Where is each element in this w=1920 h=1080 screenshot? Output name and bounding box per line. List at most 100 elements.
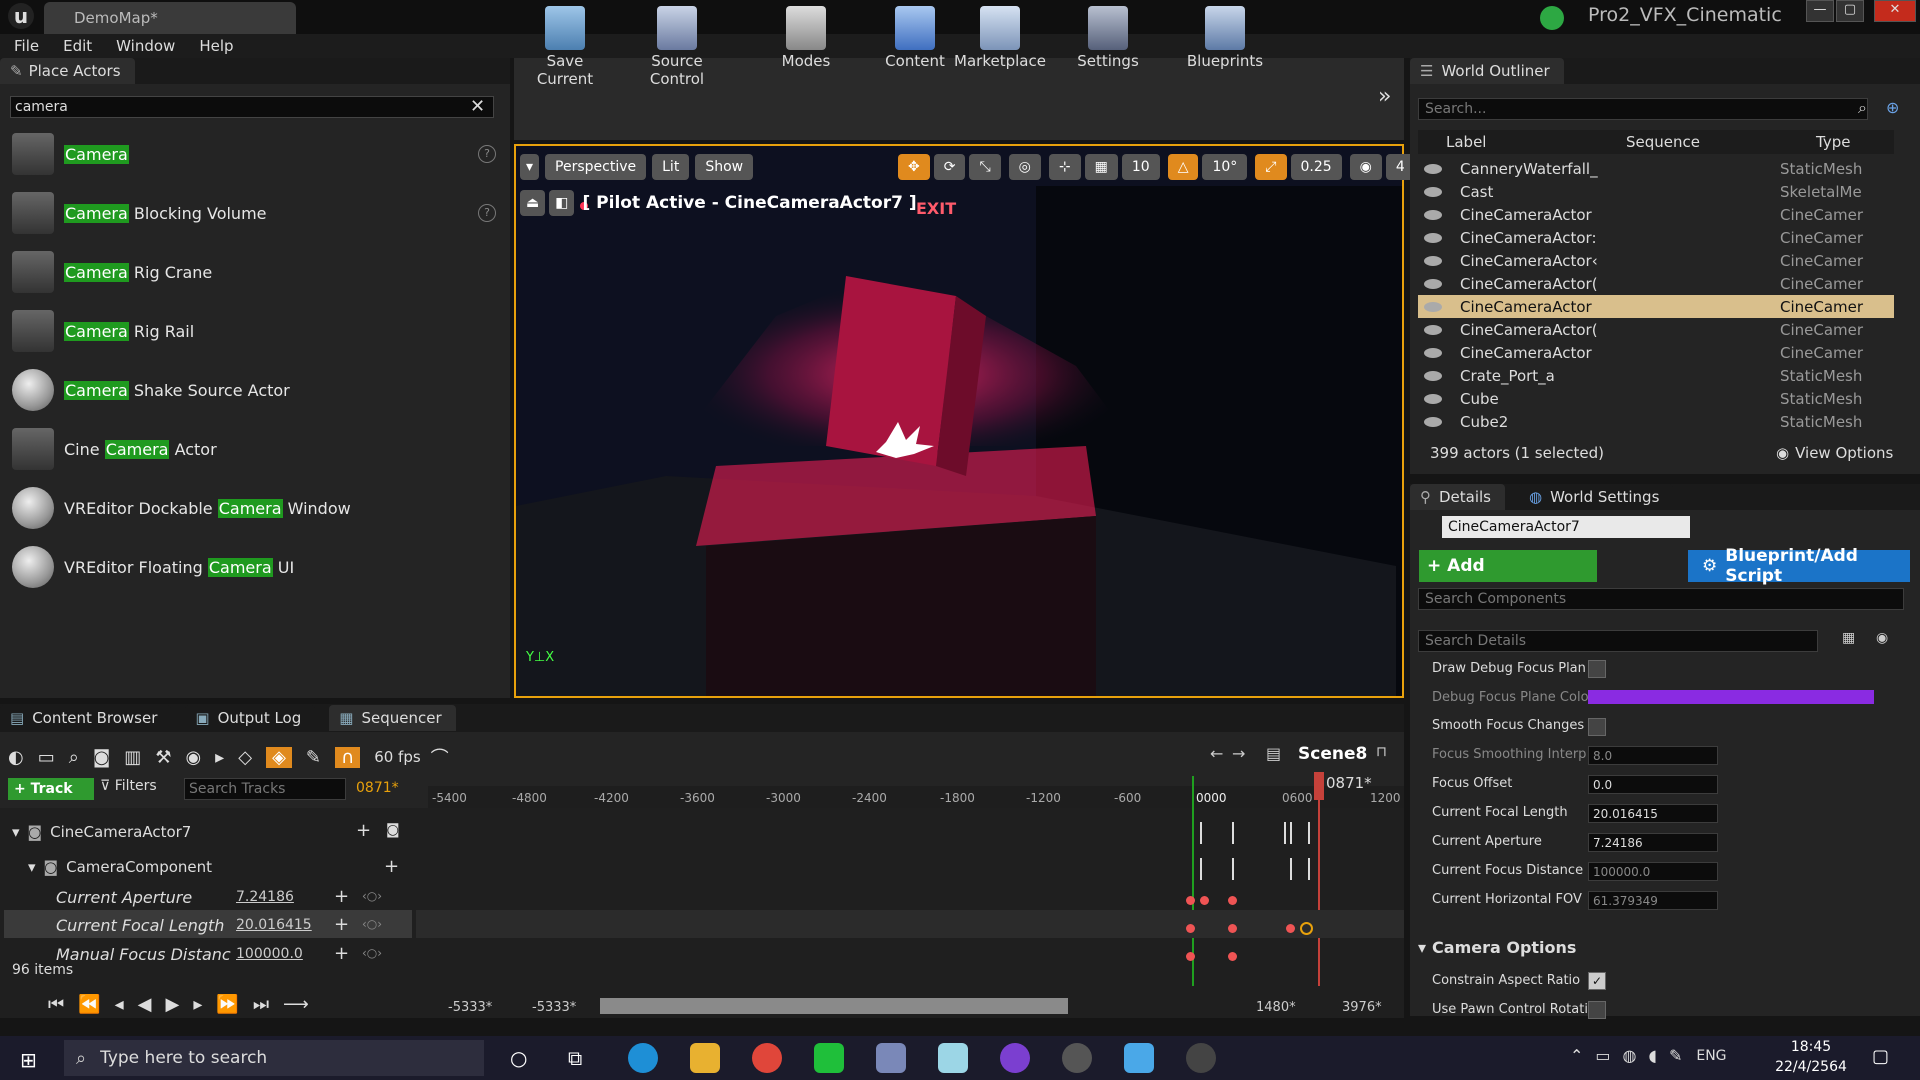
view-options-button[interactable]: ◉ View Options: [1776, 444, 1893, 462]
table-row[interactable]: CineCameraActor CineCamer: [1418, 203, 1894, 226]
column-label[interactable]: Label: [1446, 133, 1626, 151]
perspective-button[interactable]: Perspective: [545, 154, 647, 180]
surface-snap-icon[interactable]: ⊹: [1048, 154, 1081, 180]
view-icon[interactable]: ◉: [185, 747, 201, 768]
keyframe[interactable]: [1228, 952, 1237, 961]
draw-debug-focus-plane-checkbox[interactable]: [1588, 660, 1606, 678]
menu-window[interactable]: Window: [116, 37, 175, 55]
modes-button[interactable]: Modes: [772, 6, 840, 70]
volume-icon[interactable]: ◖: [1649, 1046, 1657, 1065]
settings-gear-icon[interactable]: [1062, 1043, 1092, 1073]
close-button[interactable]: ✕: [1874, 0, 1916, 22]
discord-app-icon[interactable]: [876, 1043, 906, 1073]
rotation-snap-icon[interactable]: △: [1167, 154, 1199, 180]
notifications-icon[interactable]: ▢: [1872, 1046, 1889, 1067]
world-local-icon[interactable]: ◎: [1008, 154, 1041, 180]
table-row[interactable]: CineCameraActor‹ CineCamer: [1418, 249, 1894, 272]
keyframe[interactable]: [1228, 896, 1237, 905]
table-row[interactable]: Crate_Port_a StaticMesh: [1418, 364, 1894, 387]
range-scrollbar[interactable]: [600, 998, 1068, 1014]
keyframe[interactable]: [1200, 896, 1209, 905]
keyframe-selected[interactable]: [1300, 922, 1313, 935]
keyframe-mark[interactable]: [1290, 858, 1292, 880]
visibility-eye-icon[interactable]: [1424, 393, 1442, 404]
actor-name-field[interactable]: CineCameraActor7: [1442, 516, 1690, 538]
add-track-icon[interactable]: +: [356, 820, 371, 841]
list-item[interactable]: Camera Rig Crane: [12, 246, 502, 298]
use-pawn-control-rotation-checkbox[interactable]: [1588, 1001, 1606, 1019]
current-horizontal-fov-field[interactable]: 61.379349: [1588, 891, 1718, 910]
keyframe[interactable]: [1286, 924, 1295, 933]
place-actors-search-input[interactable]: camera: [10, 96, 494, 118]
scale-snap-value[interactable]: 0.25: [1290, 154, 1342, 180]
keyframe-mark[interactable]: [1200, 822, 1202, 844]
scale-icon[interactable]: ⤡: [969, 154, 1001, 180]
task-view-icon[interactable]: ⧉: [568, 1046, 582, 1070]
visibility-eye-icon[interactable]: [1424, 278, 1442, 289]
keyframe-mark[interactable]: [1308, 822, 1310, 844]
tools-icon[interactable]: ⚒: [155, 747, 171, 768]
visibility-eye-icon[interactable]: [1424, 370, 1442, 381]
visibility-eye-icon[interactable]: [1424, 232, 1442, 243]
add-key-icon[interactable]: +: [334, 886, 349, 907]
maximize-button[interactable]: ▢: [1836, 0, 1864, 22]
track-label[interactable]: Manual Focus Distanc: [56, 945, 231, 964]
translate-icon[interactable]: ✥: [898, 154, 930, 180]
table-row[interactable]: CanneryWaterfall_ StaticMesh: [1418, 157, 1894, 180]
minimize-button[interactable]: —: [1806, 0, 1834, 22]
windows-start-icon[interactable]: ⊞: [20, 1048, 37, 1072]
viewport-options-chevron-icon[interactable]: ▾: [520, 154, 540, 180]
keyframe-mark[interactable]: [1232, 822, 1234, 844]
step-back-key-icon[interactable]: ⏪: [78, 994, 100, 1015]
grid-size[interactable]: 10: [1121, 154, 1160, 180]
working-range-end[interactable]: 3976*: [1342, 1000, 1382, 1015]
debug-focus-plane-color-swatch[interactable]: [1588, 690, 1874, 704]
view-range-start[interactable]: -5333*: [448, 1000, 492, 1015]
pilot-camera-icon[interactable]: ◧: [549, 190, 575, 216]
constrain-aspect-ratio-checkbox[interactable]: ✓: [1588, 972, 1606, 990]
save-icon[interactable]: ▭: [38, 747, 55, 768]
current-focal-length-field[interactable]: 20.016415: [1588, 804, 1718, 823]
pen-icon[interactable]: ✎: [1669, 1046, 1682, 1065]
visibility-eye-icon[interactable]: [1424, 209, 1442, 220]
keyframe-mark[interactable]: [1290, 822, 1292, 844]
add-key-icon[interactable]: +: [334, 943, 349, 964]
column-type[interactable]: Type: [1816, 133, 1850, 151]
key-nav-icon[interactable]: ‹○›: [362, 917, 382, 931]
menu-file[interactable]: File: [14, 37, 39, 55]
view-range-end[interactable]: 1480*: [1256, 1000, 1296, 1015]
tab-details[interactable]: ⚲ Details: [1410, 484, 1506, 510]
visibility-eye-icon[interactable]: [1424, 301, 1442, 312]
app-window-icon[interactable]: [1124, 1043, 1154, 1073]
tab-world-outliner[interactable]: ☰ World Outliner: [1410, 58, 1564, 84]
level-viewport[interactable]: EXIT: [514, 144, 1404, 698]
auto-key-icon[interactable]: ◈: [266, 746, 292, 768]
track-value[interactable]: 100000.0: [236, 946, 303, 962]
navigate-back-icon[interactable]: ←: [1210, 744, 1223, 763]
add-component-button[interactable]: + Add Component: [1419, 550, 1597, 608]
grid-snap-icon[interactable]: ▦: [1084, 154, 1118, 180]
document-tab[interactable]: DemoMap*: [44, 2, 296, 34]
table-row[interactable]: CineCameraActor(CineCamer: [1418, 318, 1894, 341]
edit-icon[interactable]: ✎: [306, 747, 321, 768]
key-nav-icon[interactable]: ‹○›: [362, 946, 382, 960]
track-value[interactable]: 20.016415: [236, 917, 312, 933]
network-icon[interactable]: ◍: [1623, 1046, 1637, 1065]
table-view-icon[interactable]: ▦: [1842, 630, 1855, 646]
keyframe-mark[interactable]: [1200, 858, 1202, 880]
track-value[interactable]: 7.24186: [236, 889, 294, 905]
list-item[interactable]: Cine Camera Actor: [12, 423, 502, 475]
tab-place-actors[interactable]: ✎ Place Actors: [0, 58, 135, 84]
visibility-eye-icon[interactable]: [1424, 347, 1442, 358]
jump-to-end-icon[interactable]: ⏭: [253, 994, 269, 1015]
list-item[interactable]: Camera Shake Source Actor: [12, 364, 502, 416]
rotate-icon[interactable]: ⟳: [933, 154, 966, 180]
list-item[interactable]: Camera?: [12, 128, 502, 180]
visibility-eye-icon[interactable]: [1424, 255, 1442, 266]
search-icon[interactable]: ⌕: [69, 747, 79, 768]
keyframe[interactable]: [1186, 896, 1195, 905]
add-track-icon[interactable]: +: [384, 856, 399, 877]
rotation-snap-value[interactable]: 10°: [1202, 154, 1248, 180]
eye-options-icon[interactable]: ◉: [1876, 630, 1888, 646]
list-item[interactable]: VREditor Dockable Camera Window: [12, 482, 502, 534]
